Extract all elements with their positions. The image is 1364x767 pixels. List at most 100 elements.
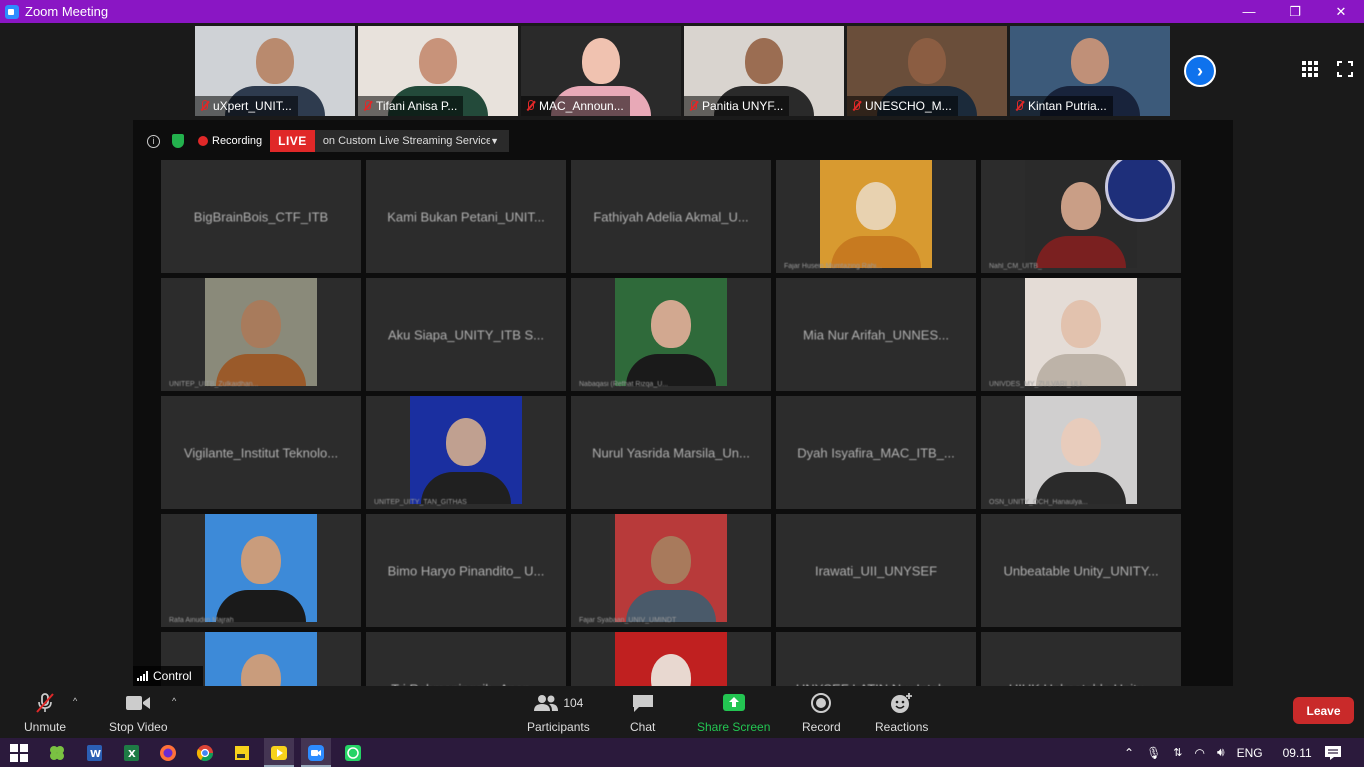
leave-meeting-button[interactable]: Leave	[1293, 697, 1354, 724]
participant-name: uXpert_UNIT...	[213, 99, 292, 113]
smiley-plus-icon	[890, 692, 914, 714]
record-button[interactable]: Record	[802, 692, 841, 734]
participants-button[interactable]: 104 Participants	[527, 692, 590, 734]
gallery-participant-name: Mia Nur Arifah_UNNES...	[803, 327, 949, 342]
windows-start-icon[interactable]	[8, 742, 30, 764]
network-icon[interactable]: ⇅	[1173, 746, 1182, 759]
gallery-tile: Mia Nur Arifah_UNNES...	[776, 278, 976, 391]
control-text: Control	[153, 669, 192, 683]
gallery-participant-name: Kami Bukan Petani_UNIT...	[387, 209, 545, 224]
participants-label: Participants	[527, 720, 590, 734]
remote-control-label[interactable]: Control	[133, 666, 203, 686]
volume-icon[interactable]: 🔊︎	[1217, 745, 1225, 760]
mic-muted-icon	[525, 100, 535, 112]
participant-name-bar: Tifani Anisa P...	[358, 96, 464, 116]
clock-time[interactable]: 09.11	[1283, 746, 1312, 760]
close-button[interactable]: ✕	[1318, 0, 1364, 23]
meeting-toolbar: Unmute ^ Stop Video ^ 104 Participants C…	[0, 686, 1364, 738]
restore-button[interactable]: ❐	[1272, 0, 1318, 23]
participant-face	[651, 654, 691, 686]
word-icon[interactable]: W	[83, 742, 105, 764]
chevron-down-icon[interactable]: ▼	[490, 130, 510, 152]
info-icon[interactable]: i	[147, 134, 160, 148]
gallery-tile: Nabaqasi (Refhat Rizqa_U...	[571, 278, 771, 391]
record-label: Record	[802, 720, 841, 734]
firefox-icon[interactable]	[157, 742, 179, 764]
participant-thumbnail[interactable]: Tifani Anisa P...	[358, 26, 518, 116]
gallery-tile: Vigilante_Institut Teknolo...	[161, 396, 361, 509]
participant-photo	[1025, 278, 1137, 386]
clover-app-icon[interactable]	[46, 742, 68, 764]
whatsapp-icon[interactable]	[342, 742, 364, 764]
sticky-notes-icon[interactable]	[231, 742, 253, 764]
participant-face	[241, 300, 281, 348]
gallery-participant-name: Irawati_UII_UNYSEF	[814, 563, 938, 578]
reactions-button[interactable]: Reactions	[875, 692, 928, 734]
unmute-button[interactable]: Unmute	[24, 692, 66, 734]
gallery-small-label: UNIVDES_MY_ZULVARI_ULI...	[989, 381, 1088, 388]
gallery-tile: Nahl_CM_UITB_	[981, 160, 1181, 273]
participant-photo	[615, 632, 727, 686]
gallery-small-label: Rafa Ainudiin Majrah	[169, 617, 234, 624]
chat-bubble-icon	[631, 692, 655, 714]
participant-name: UNESCHO_M...	[865, 99, 952, 113]
gallery-participant-name: Unbeatable Unity_UNITY...	[1003, 563, 1159, 578]
audio-options-chevron-icon[interactable]: ^	[73, 696, 77, 706]
participant-face	[241, 654, 281, 686]
recording-label: Recording	[212, 135, 263, 147]
participant-photo	[615, 514, 727, 622]
gallery-participant-name: Bimo Haryo Pinandito_ U...	[387, 563, 545, 578]
chat-label: Chat	[630, 720, 656, 734]
participant-face	[856, 182, 896, 230]
participant-name: Kintan Putria...	[1028, 99, 1107, 113]
show-hidden-icons-chevron-icon[interactable]: ⌃	[1124, 746, 1134, 760]
gallery-tile: Aku Siapa_UNITY_ITB S...	[366, 278, 566, 391]
gallery-participant-name: Nurul Yasrida Marsila_Un...	[592, 445, 750, 460]
wifi-icon[interactable]: ◠	[1195, 746, 1205, 760]
participant-photo	[205, 278, 317, 386]
participant-name-bar: uXpert_UNIT...	[195, 96, 298, 116]
fullscreen-icon[interactable]	[1337, 61, 1353, 77]
mic-muted-icon	[34, 692, 56, 714]
live-stream-dropdown[interactable]: on Custom Live Streaming Service	[314, 130, 501, 152]
stop-video-button[interactable]: Stop Video	[109, 692, 168, 734]
participant-thumbnail[interactable]: UNESCHO_M...	[847, 26, 1007, 116]
video-options-chevron-icon[interactable]: ^	[172, 696, 176, 706]
gallery-tile	[571, 632, 771, 686]
microphone-icon[interactable]: 🎙︎	[1146, 746, 1161, 760]
participant-face	[582, 38, 620, 84]
gallery-small-label: UNITEP_UITB_Zulkaidhan...	[169, 381, 259, 388]
notification-center-icon[interactable]	[1322, 742, 1344, 764]
participant-face	[651, 536, 691, 584]
share-screen-icon	[722, 692, 746, 714]
university-logo	[1105, 160, 1175, 222]
zoom-taskbar-icon[interactable]	[305, 742, 327, 764]
presentation-app-icon[interactable]	[268, 742, 290, 764]
participant-face	[419, 38, 457, 84]
security-shield-icon[interactable]	[172, 134, 184, 148]
participant-thumbnail[interactable]: Kintan Putria...	[1010, 26, 1170, 116]
chrome-icon[interactable]	[194, 742, 216, 764]
next-page-button[interactable]: ›	[1184, 55, 1216, 87]
mic-muted-icon	[688, 100, 698, 112]
live-badge: LIVE	[270, 130, 315, 152]
chat-button[interactable]: Chat	[630, 692, 655, 734]
gallery-tile: Unbeatable Unity_UNITY...	[981, 514, 1181, 627]
participant-photo	[615, 278, 727, 386]
participant-face	[1071, 38, 1109, 84]
reactions-label: Reactions	[875, 720, 929, 734]
unmute-label: Unmute	[24, 720, 67, 734]
gallery-tile: Fajar Husein Mumtazing Rahi...	[776, 160, 976, 273]
participant-body	[1036, 236, 1126, 268]
participant-thumbnail[interactable]: Panitia UNYF...	[684, 26, 844, 116]
share-screen-button[interactable]: Share Screen	[697, 692, 770, 734]
gallery-participant-name: Vigilante_Institut Teknolo...	[183, 445, 339, 460]
participant-thumbnail[interactable]: MAC_Announ...	[521, 26, 681, 116]
excel-icon[interactable]: X	[120, 742, 142, 764]
gallery-view-icon[interactable]	[1302, 61, 1318, 77]
minimize-button[interactable]: —	[1226, 0, 1272, 23]
language-indicator[interactable]: ENG	[1237, 746, 1263, 760]
participant-thumbnail[interactable]: uXpert_UNIT...	[195, 26, 355, 116]
gallery-tile: UNIVDES_MY_ZULVARI_ULI...	[981, 278, 1181, 391]
shared-video: i Recording LIVE on Custom Live Streamin…	[133, 120, 1233, 686]
